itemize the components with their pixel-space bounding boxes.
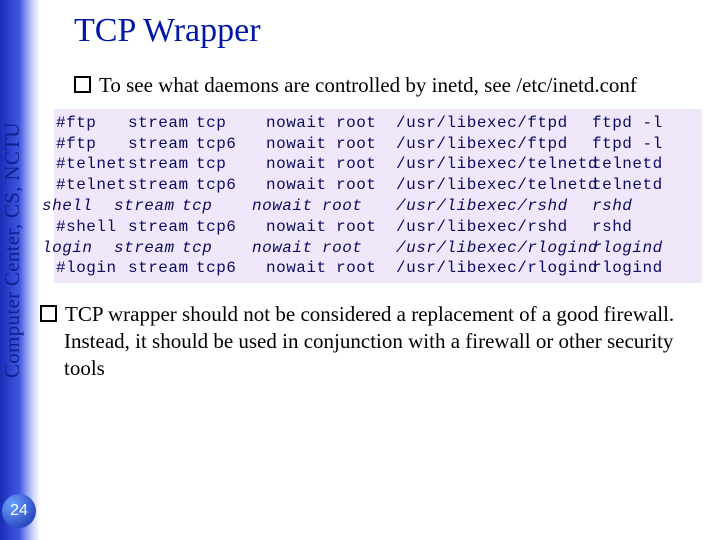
bullet-1-text: To see what daemons are controlled by in… xyxy=(99,73,637,97)
slide-title: TCP Wrapper xyxy=(74,12,702,50)
code-cell: tcp6 xyxy=(196,258,266,279)
code-row: #loginstreamtcp6nowaitroot/usr/libexec/r… xyxy=(54,258,702,279)
code-cell: tcp6 xyxy=(196,134,266,155)
code-cell: stream xyxy=(128,134,196,155)
code-cell: stream xyxy=(128,258,196,279)
code-cell: telnetd xyxy=(592,175,702,196)
code-cell: nowait xyxy=(266,154,336,175)
code-cell: root xyxy=(336,134,396,155)
code-cell: stream xyxy=(128,154,196,175)
code-cell: #telnet xyxy=(54,175,128,196)
code-cell: stream xyxy=(128,113,196,134)
code-row: #shellstreamtcp6nowaitroot/usr/libexec/r… xyxy=(54,217,702,238)
code-cell: ftpd -l xyxy=(592,134,702,155)
code-cell: tcp xyxy=(196,154,266,175)
code-row: #ftpstreamtcpnowaitroot/usr/libexec/ftpd… xyxy=(54,113,702,134)
code-cell: tcp xyxy=(196,113,266,134)
code-cell: stream xyxy=(128,217,196,238)
code-cell: nowait xyxy=(266,134,336,155)
code-cell: /usr/libexec/rlogind xyxy=(396,258,592,279)
code-cell: tcp6 xyxy=(196,175,266,196)
sidebar-vertical-text: Computer Center, CS, NCTU xyxy=(0,50,40,450)
code-cell: rshd xyxy=(592,217,702,238)
code-cell: telnetd xyxy=(592,154,702,175)
code-cell: root xyxy=(322,196,382,217)
code-cell: root xyxy=(322,238,382,259)
code-cell: tcp xyxy=(182,238,252,259)
code-cell: stream xyxy=(114,196,182,217)
code-cell: tcp xyxy=(182,196,252,217)
code-cell: /usr/libexec/ftpd xyxy=(396,113,592,134)
code-cell: #telnet xyxy=(54,154,128,175)
code-cell: /usr/libexec/rshd xyxy=(396,196,592,217)
code-cell: root xyxy=(336,113,396,134)
code-cell: /usr/libexec/rlogind xyxy=(396,238,592,259)
slide: Computer Center, CS, NCTU 24 TCP Wrapper… xyxy=(0,0,720,540)
code-cell: /usr/libexec/telnetd xyxy=(396,154,592,175)
code-cell: #login xyxy=(54,258,128,279)
code-cell: nowait xyxy=(266,258,336,279)
code-row: loginstreamtcpnowaitroot/usr/libexec/rlo… xyxy=(54,238,702,259)
code-cell: rlogind xyxy=(592,238,702,259)
code-cell: root xyxy=(336,175,396,196)
code-cell: root xyxy=(336,258,396,279)
code-cell: stream xyxy=(128,175,196,196)
code-cell: #shell xyxy=(54,217,128,238)
code-cell: stream xyxy=(114,238,182,259)
code-cell: /usr/libexec/ftpd xyxy=(396,134,592,155)
inetd-conf-listing: #ftpstreamtcpnowaitroot/usr/libexec/ftpd… xyxy=(54,109,702,283)
code-cell: login xyxy=(40,238,114,259)
code-cell: nowait xyxy=(266,217,336,238)
code-cell: nowait xyxy=(266,113,336,134)
bullet-1: To see what daemons are controlled by in… xyxy=(74,72,702,99)
page-number-badge: 24 xyxy=(2,494,36,528)
code-cell: rlogind xyxy=(592,258,702,279)
code-row: #telnetstreamtcpnowaitroot/usr/libexec/t… xyxy=(54,154,702,175)
code-cell: nowait xyxy=(252,196,322,217)
code-cell: /usr/libexec/telnetd xyxy=(396,175,592,196)
code-cell: #ftp xyxy=(54,113,128,134)
bullet-2-text: TCP wrapper should not be considered a r… xyxy=(64,302,674,380)
code-cell: rshd xyxy=(592,196,702,217)
page-number: 24 xyxy=(10,502,28,520)
code-row: #ftpstreamtcp6nowaitroot/usr/libexec/ftp… xyxy=(54,134,702,155)
main-content: TCP Wrapper To see what daemons are cont… xyxy=(50,0,720,540)
code-cell: #ftp xyxy=(54,134,128,155)
code-cell: nowait xyxy=(252,238,322,259)
code-cell: shell xyxy=(40,196,114,217)
code-cell: /usr/libexec/rshd xyxy=(396,217,592,238)
code-cell: tcp6 xyxy=(196,217,266,238)
code-row: #telnetstreamtcp6nowaitroot/usr/libexec/… xyxy=(54,175,702,196)
bullet-square-icon xyxy=(40,305,57,322)
code-cell: ftpd -l xyxy=(592,113,702,134)
code-cell: root xyxy=(336,217,396,238)
code-cell: nowait xyxy=(266,175,336,196)
bullet-square-icon xyxy=(74,76,91,93)
code-cell: root xyxy=(336,154,396,175)
code-row: shellstreamtcpnowaitroot/usr/libexec/rsh… xyxy=(54,196,702,217)
bullet-2: TCP wrapper should not be considered a r… xyxy=(40,301,702,382)
